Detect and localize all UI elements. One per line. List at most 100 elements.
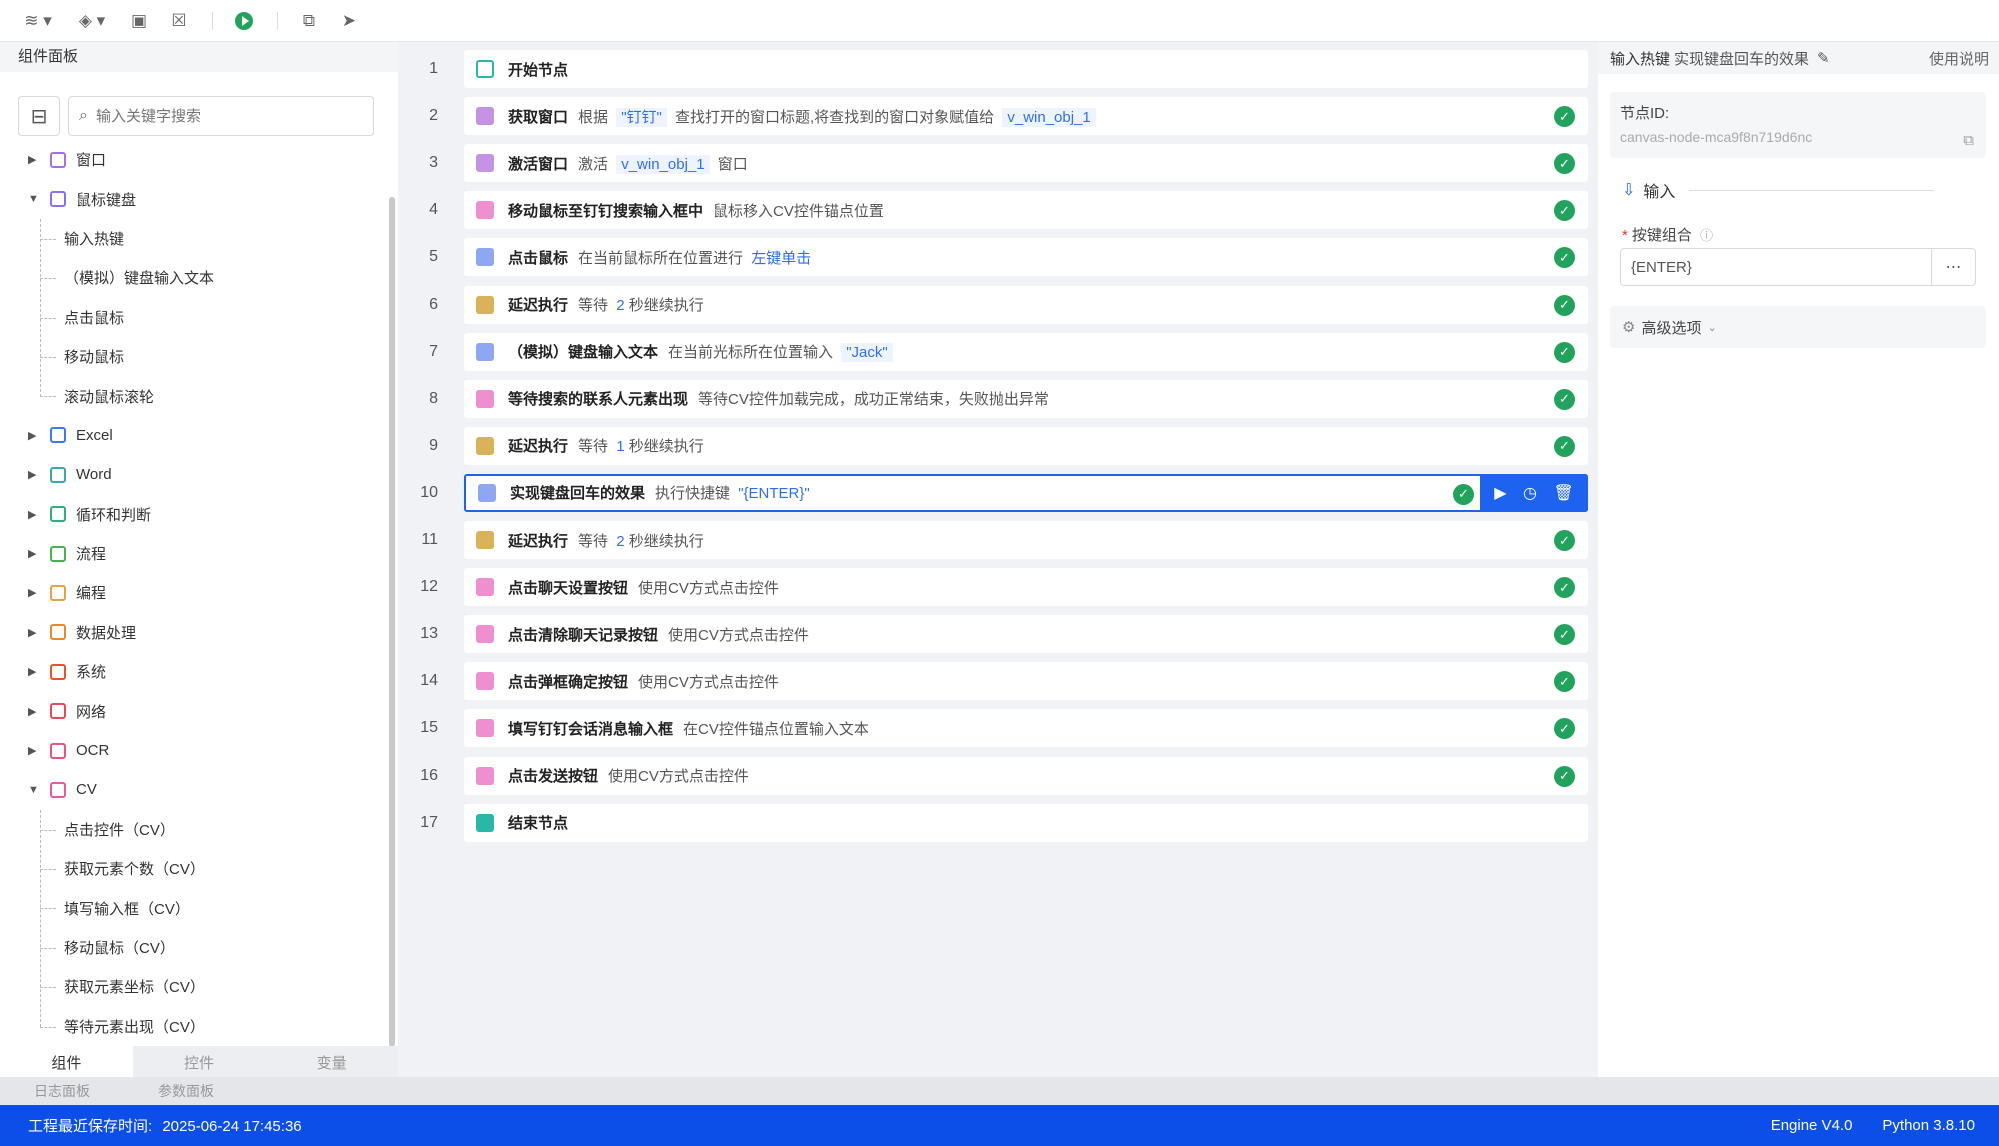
- tree-item[interactable]: ▼ CV: [0, 770, 390, 809]
- tree-child-item[interactable]: 输入热键: [0, 219, 390, 258]
- flow-node[interactable]: 开始节点: [464, 50, 1588, 88]
- flow-node[interactable]: 填写钉钉会话消息输入框 在CV控件锚点位置输入文本 ✓: [464, 709, 1588, 748]
- bottom-tab[interactable]: 日志面板: [0, 1077, 124, 1105]
- tree-child-item[interactable]: 点击控件（CV）: [0, 810, 390, 849]
- flow-node[interactable]: 移动鼠标至钉钉搜索输入框中 鼠标移入CV控件锚点位置 ✓: [464, 191, 1588, 230]
- flow-node[interactable]: 点击发送按钮 使用CV方式点击控件 ✓: [464, 756, 1588, 795]
- flow-node[interactable]: 等待搜索的联系人元素出现 等待CV控件加载完成，成功正常结束，失败抛出异常 ✓: [464, 379, 1588, 418]
- caret-right-icon[interactable]: ▶: [28, 665, 40, 678]
- tree-item[interactable]: ▶ OCR: [0, 731, 390, 770]
- flow-node[interactable]: 实现键盘回车的效果 执行快捷键 "{ENTER}" ✓ ▶ ◷ 🗑: [464, 473, 1588, 512]
- caret-right-icon[interactable]: ▶: [28, 153, 40, 166]
- flow-node[interactable]: （模拟）键盘输入文本 在当前光标所在位置输入 "Jack" ✓: [464, 332, 1588, 371]
- flow-node[interactable]: 延迟执行 等待 2 秒继续执行 ✓: [464, 285, 1588, 324]
- scrollbar[interactable]: [389, 197, 395, 1047]
- search-input[interactable]: [95, 107, 336, 125]
- help-link[interactable]: 使用说明: [1929, 48, 1989, 69]
- param-value[interactable]: 2: [616, 297, 624, 314]
- debug-icon[interactable]: ◷: [1523, 483, 1537, 503]
- flow-node[interactable]: 延迟执行 等待 2 秒继续执行 ✓: [464, 521, 1588, 559]
- tree-item[interactable]: ▶ 系统: [0, 652, 390, 691]
- caret-right-icon[interactable]: ▶: [28, 508, 40, 521]
- caret-right-icon[interactable]: ▶: [28, 547, 40, 560]
- tree-child-item[interactable]: 填写输入框（CV）: [0, 888, 390, 927]
- success-check-icon: ✓: [1554, 671, 1575, 693]
- flow-node[interactable]: 延迟执行 等待 1 秒继续执行 ✓: [464, 426, 1588, 465]
- node-title: 点击发送按钮: [508, 768, 599, 785]
- close-icon[interactable]: ☒: [166, 6, 192, 36]
- flow-node[interactable]: 结束节点: [464, 803, 1588, 842]
- tree-item[interactable]: ▶ 编程: [0, 573, 390, 612]
- param-value[interactable]: 1: [616, 438, 624, 455]
- hotkey-input[interactable]: [1621, 249, 1931, 285]
- wifi-icon: [50, 703, 66, 720]
- copy-icon[interactable]: ⧉: [1963, 132, 1974, 149]
- tree-child-item[interactable]: 移动鼠标: [0, 337, 390, 376]
- flow-node[interactable]: 激活窗口 激活 v_win_obj_1 窗口 ✓: [464, 144, 1588, 183]
- flow-node[interactable]: 点击鼠标 在当前鼠标所在位置进行 左键单击 ✓: [464, 238, 1588, 277]
- flow-node[interactable]: 点击聊天设置按钮 使用CV方式点击控件 ✓: [464, 568, 1588, 607]
- line-number: 11: [421, 531, 438, 548]
- tree-child-item[interactable]: 移动鼠标（CV）: [0, 928, 390, 967]
- line-number: 17: [420, 813, 438, 831]
- tree-item-label: 网络: [76, 703, 107, 721]
- success-check-icon: ✓: [1554, 200, 1575, 222]
- caret-right-icon[interactable]: ▶: [28, 468, 40, 481]
- search-box[interactable]: ⌕: [68, 96, 374, 136]
- send-icon[interactable]: ➤: [336, 6, 362, 36]
- flow-node[interactable]: 点击弹框确定按钮 使用CV方式点击控件 ✓: [464, 662, 1588, 701]
- line-number: 12: [420, 578, 438, 596]
- caret-right-icon[interactable]: ▶: [28, 586, 40, 599]
- tree-child-item[interactable]: 获取元素坐标（CV）: [0, 967, 390, 1006]
- info-icon[interactable]: ⓘ: [1700, 228, 1713, 243]
- required-mark: *: [1622, 227, 1628, 244]
- run-node-icon[interactable]: ▶: [1494, 483, 1506, 503]
- tree-child-item[interactable]: 获取元素个数（CV）: [0, 849, 390, 888]
- tree-item[interactable]: ▶ 窗口: [0, 140, 390, 179]
- panel-tab[interactable]: 控件: [133, 1046, 266, 1078]
- component-name: 输入热键: [1610, 50, 1671, 68]
- flow-icon: [50, 545, 66, 562]
- flow-node[interactable]: 点击清除聊天记录按钮 使用CV方式点击控件 ✓: [464, 615, 1588, 654]
- node-id-card: 节点ID: canvas-node-mca9f8n719d6nc ⧉: [1610, 92, 1986, 158]
- layers-dropdown-icon[interactable]: ≋ ▾: [18, 6, 58, 36]
- caret-down-icon[interactable]: ▼: [28, 784, 40, 796]
- param-value[interactable]: 左键单击: [751, 250, 811, 267]
- panel-tab[interactable]: 变量: [265, 1046, 398, 1078]
- tree-child-item[interactable]: 点击鼠标: [0, 298, 390, 337]
- description-text: 秒继续执行: [624, 532, 704, 550]
- collapse-all-button[interactable]: ⊟: [18, 96, 60, 136]
- caret-right-icon[interactable]: ▶: [28, 429, 40, 442]
- tree-child-item[interactable]: 滚动鼠标滚轮: [0, 376, 390, 415]
- tree-item[interactable]: ▶ 数据处理: [0, 613, 390, 652]
- tree-item[interactable]: ▶ 循环和判断: [0, 495, 390, 534]
- tree-item[interactable]: ▶ Excel: [0, 416, 390, 455]
- caret-right-icon[interactable]: ▶: [28, 705, 40, 718]
- line-number: 15: [420, 719, 438, 737]
- param-value[interactable]: 2: [616, 533, 624, 550]
- caret-right-icon[interactable]: ▶: [28, 744, 40, 757]
- line-number: 4: [429, 201, 438, 219]
- advanced-options[interactable]: ⚙ 高级选项 ⌄: [1610, 306, 1986, 348]
- caret-down-icon[interactable]: ▼: [28, 193, 40, 205]
- caret-right-icon[interactable]: ▶: [28, 626, 40, 639]
- tree-child-item[interactable]: （模拟）键盘输入文本: [0, 258, 390, 297]
- save-icon[interactable]: ▣: [126, 6, 152, 36]
- panel-tab[interactable]: 组件: [0, 1046, 133, 1078]
- variable-tag: "钉钉": [616, 107, 667, 127]
- more-icon[interactable]: ⋯: [1931, 249, 1975, 285]
- edit-icon[interactable]: ✎: [1817, 49, 1830, 67]
- tree-item[interactable]: ▼ 鼠标键盘: [0, 179, 390, 218]
- param-value[interactable]: "{ENTER}": [738, 485, 810, 502]
- tree-child-item[interactable]: 等待元素出现（CV）: [0, 1007, 390, 1040]
- stack-dropdown-icon[interactable]: ◈ ▾: [72, 6, 112, 36]
- delete-icon[interactable]: 🗑: [1553, 483, 1573, 503]
- tree-item[interactable]: ▶ 流程: [0, 534, 390, 573]
- node-type-icon: [476, 389, 494, 408]
- tree-item[interactable]: ▶ 网络: [0, 691, 390, 730]
- bottom-tab[interactable]: 参数面板: [124, 1077, 248, 1105]
- tree-item[interactable]: ▶ Word: [0, 455, 390, 494]
- flow-node[interactable]: 获取窗口 根据 "钉钉" 查找打开的窗口标题,将查找到的窗口对象赋值给 v_win…: [464, 97, 1588, 136]
- run-button[interactable]: [231, 6, 257, 36]
- copy-icon[interactable]: ⧉: [296, 6, 322, 36]
